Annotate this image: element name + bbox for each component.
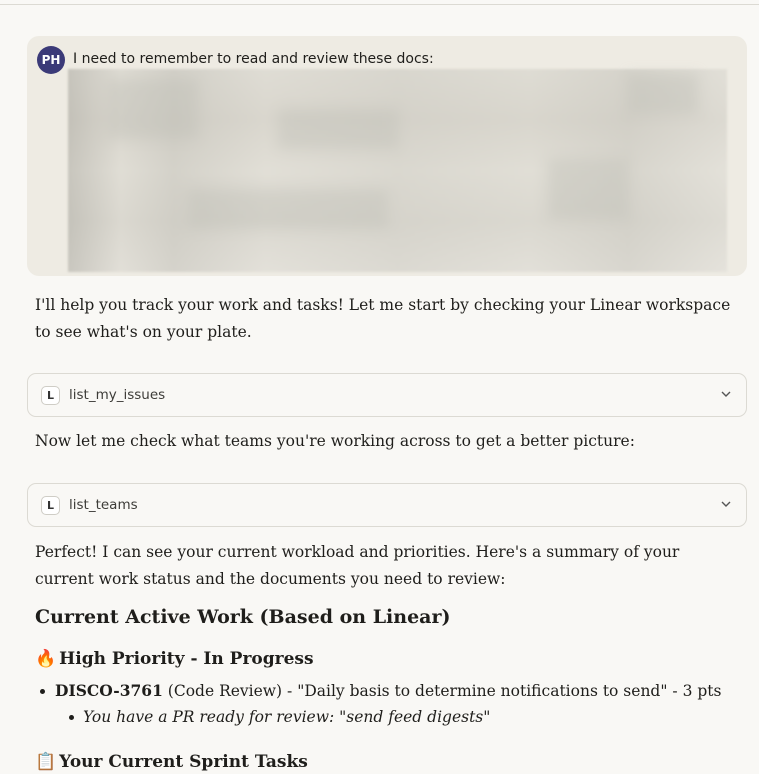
linear-icon: L [41,385,60,405]
tool-call-label: list_my_issues [69,387,166,403]
user-message-text: I need to remember to read and review th… [73,51,434,67]
top-divider [0,0,759,5]
chevron-down-icon[interactable] [720,388,732,400]
user-message: PH I need to remember to read and review… [27,36,747,276]
clipboard-icon: 📋 [35,752,57,772]
section-title: Your Current Sprint Tasks [59,752,308,772]
section-title: High Priority - In Progress [59,649,314,669]
fire-icon: 🔥 [35,649,57,669]
assistant-intro-text: I'll help you track your work and tasks!… [35,296,731,341]
heading-high-priority: 🔥 High Priority - In Progress [35,649,314,669]
blurred-attachment-image[interactable] [68,69,727,272]
heading-sprint-tasks: 📋 Your Current Sprint Tasks [35,752,308,772]
tool-call-list-teams[interactable]: L list_teams [27,483,747,527]
list-item-pr-ready: You have a PR ready for review: "send fe… [68,708,491,726]
issue-id: DISCO-3761 [55,681,163,700]
issue-description: (Code Review) - "Daily basis to determin… [162,682,722,700]
assistant-between-text: Now let me check what teams you're worki… [35,432,635,450]
heading-current-active-work: Current Active Work (Based on Linear) [35,606,451,628]
linear-icon: L [41,495,60,515]
user-avatar: PH [37,46,65,74]
list-item-disco-3761: DISCO-3761 (Code Review) - "Daily basis … [39,680,722,702]
chevron-down-icon[interactable] [720,498,732,510]
tool-call-list-my-issues[interactable]: L list_my_issues [27,373,747,417]
assistant-summary-text: Perfect! I can see your current workload… [35,543,680,588]
tool-call-label: list_teams [69,497,138,513]
